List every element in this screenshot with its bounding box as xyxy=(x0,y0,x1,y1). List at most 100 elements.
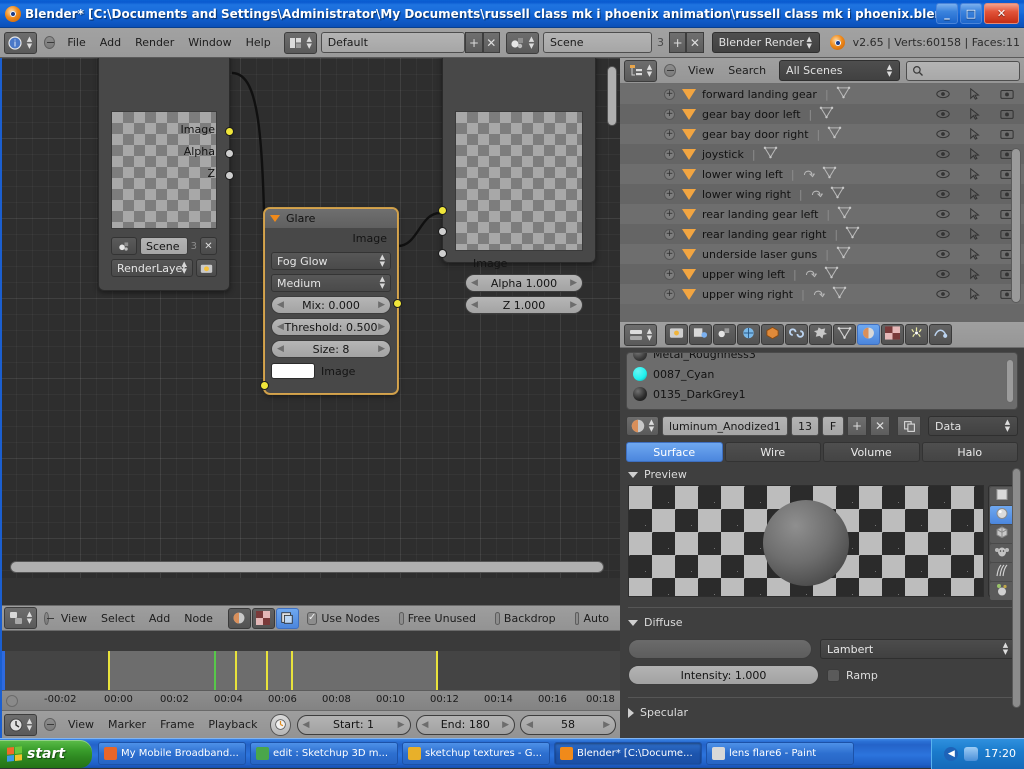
glare-size-slider[interactable]: ◀ Size: 8 ▶ xyxy=(271,340,391,358)
preview-type-flat-preview-icon[interactable] xyxy=(990,487,1014,505)
add-screen-layout-button[interactable]: + xyxy=(465,32,482,53)
screen-layout-name-field[interactable]: Default xyxy=(321,32,466,53)
expand-toggle-icon[interactable]: + xyxy=(664,109,675,120)
visibility-eye-icon[interactable] xyxy=(936,208,950,220)
properties-tab-data-icon[interactable] xyxy=(833,324,856,345)
diffuse-intensity-slider[interactable]: Intensity: 1.000 xyxy=(628,665,819,685)
menu-add[interactable]: Add xyxy=(93,34,128,51)
material-slot-list[interactable]: Metal_Roughness30087_Cyan0135_DarkGrey1 xyxy=(626,352,1018,410)
menu-window[interactable]: Window xyxy=(181,34,238,51)
material-tab-volume[interactable]: Volume xyxy=(823,442,920,462)
node-scene-browse-icon[interactable] xyxy=(111,237,137,255)
expand-toggle-icon[interactable]: + xyxy=(664,129,675,140)
node-menu-node[interactable]: Node xyxy=(177,610,220,627)
diffuse-color-swatch[interactable] xyxy=(628,639,812,659)
glare-mix-slider[interactable]: ◀ Mix: 0.000 ▶ xyxy=(271,296,391,314)
expand-toggle-icon[interactable]: + xyxy=(664,269,675,280)
outliner-row[interactable]: +lower wing right| xyxy=(620,184,1024,204)
material-browse-button[interactable]: ▲▼ xyxy=(626,416,659,436)
expand-toggle-icon[interactable]: + xyxy=(664,229,675,240)
timeline-menu-collapse-toggle[interactable] xyxy=(44,718,56,731)
glare-threshold-slider[interactable]: ◀ Threshold: 0.500 ▶ xyxy=(271,318,391,336)
editor-type-selector-info[interactable]: i ▲▼ xyxy=(4,32,37,54)
selectability-cursor-icon[interactable] xyxy=(968,268,982,280)
expand-toggle-icon[interactable]: + xyxy=(664,289,675,300)
mesh-data-icon[interactable] xyxy=(845,226,860,239)
visibility-eye-icon[interactable] xyxy=(936,268,950,280)
specular-panel-title[interactable]: Specular xyxy=(620,700,1024,723)
object-mesh-icon[interactable] xyxy=(682,89,696,100)
compositing-nodes-button[interactable] xyxy=(276,608,299,629)
material-user-count[interactable]: 13 xyxy=(791,416,819,436)
outliner-vertical-scrollbar[interactable] xyxy=(1011,148,1021,303)
socket-glare-image-in[interactable] xyxy=(260,381,269,390)
outliner-row[interactable]: +upper wing right| xyxy=(620,284,1024,304)
node-editor-horizontal-scrollbar[interactable] xyxy=(10,561,604,573)
material-add-button[interactable]: + xyxy=(847,416,867,436)
network-tray-icon[interactable] xyxy=(964,747,978,761)
socket-alpha-in[interactable] xyxy=(438,227,447,236)
outliner-row-toggles[interactable] xyxy=(936,148,1014,160)
outliner-row[interactable]: +gear bay door left| xyxy=(620,104,1024,124)
node-menu-view[interactable]: View xyxy=(54,610,94,627)
outliner-tree[interactable]: +forward landing gear|+gear bay door lef… xyxy=(620,84,1024,322)
mesh-data-icon[interactable] xyxy=(763,146,778,159)
ramp-checkbox[interactable] xyxy=(827,669,840,682)
selectability-cursor-icon[interactable] xyxy=(968,188,982,200)
node-renderlayer-dropdown[interactable]: RenderLayer ▲▼ xyxy=(111,259,193,277)
outliner-row[interactable]: +rear landing gear left| xyxy=(620,204,1024,224)
socket-glare-image-out[interactable] xyxy=(393,299,402,308)
visibility-eye-icon[interactable] xyxy=(936,288,950,300)
outliner-row[interactable]: +lower wing left| xyxy=(620,164,1024,184)
outliner-menu-view[interactable]: View xyxy=(681,62,721,79)
taskbar-button[interactable]: edit : Sketchup 3D m... xyxy=(250,742,398,765)
outliner-row[interactable]: +joystick| xyxy=(620,144,1024,164)
socket-z-out[interactable] xyxy=(225,171,234,180)
mesh-data-icon[interactable] xyxy=(832,286,847,299)
object-mesh-icon[interactable] xyxy=(682,289,696,300)
selectability-cursor-icon[interactable] xyxy=(968,248,982,260)
properties-tab-physics-icon[interactable] xyxy=(929,324,952,345)
screen-layout-browse-button[interactable]: ▲▼ xyxy=(284,32,317,54)
material-name-field[interactable]: luminum_Anodized1 xyxy=(662,416,788,436)
selectability-cursor-icon[interactable] xyxy=(968,208,982,220)
node-render-layers[interactable]: Scene 3 ✕ RenderLayer ▲▼ xyxy=(98,58,230,291)
outliner-row[interactable]: +upper wing left| xyxy=(620,264,1024,284)
menu-collapse-toggle[interactable] xyxy=(44,36,55,49)
material-type-tabs[interactable]: SurfaceWireVolumeHalo xyxy=(626,442,1018,462)
outliner-row[interactable]: +gear bay door right| xyxy=(620,124,1024,144)
preview-type-monkey-preview-icon[interactable] xyxy=(990,544,1014,562)
outliner-row-toggles[interactable] xyxy=(936,208,1014,220)
outliner-row[interactable]: +forward landing gear| xyxy=(620,84,1024,104)
backdrop-checkbox[interactable] xyxy=(495,612,500,625)
visibility-eye-icon[interactable] xyxy=(936,228,950,240)
node-menu-collapse-toggle[interactable] xyxy=(44,612,49,625)
properties-tab-scene-icon[interactable] xyxy=(713,324,736,345)
properties-tab-constraints-icon[interactable] xyxy=(785,324,808,345)
taskbar-button[interactable]: My Mobile Broadband... xyxy=(98,742,246,765)
outliner-editor[interactable]: ▲▼ View Search All Scenes ▲▼ +forward la… xyxy=(620,58,1024,322)
tray-expand-icon[interactable]: ◀ xyxy=(944,747,958,761)
mesh-data-icon[interactable] xyxy=(837,206,852,219)
outliner-row[interactable]: +underside laser guns| xyxy=(620,244,1024,264)
selectability-cursor-icon[interactable] xyxy=(968,168,982,180)
expand-toggle-icon[interactable]: + xyxy=(664,149,675,160)
node-editor-canvas[interactable]: Scene 3 ✕ RenderLayer ▲▼ xyxy=(0,58,620,578)
modifier-icon[interactable] xyxy=(810,186,823,199)
modifier-icon[interactable] xyxy=(804,266,817,279)
object-mesh-icon[interactable] xyxy=(682,189,696,200)
composite-alpha-slider[interactable]: ◀ Alpha 1.000 ▶ xyxy=(465,274,583,292)
glare-input-color-swatch[interactable] xyxy=(271,363,315,379)
object-mesh-icon[interactable] xyxy=(682,129,696,140)
visibility-eye-icon[interactable] xyxy=(936,168,950,180)
visibility-eye-icon[interactable] xyxy=(936,188,950,200)
properties-tab-world-icon[interactable] xyxy=(737,324,760,345)
render-engine-dropdown[interactable]: Blender Render ▲▼ xyxy=(712,32,820,53)
socket-alpha-out[interactable] xyxy=(225,149,234,158)
glare-type-dropdown[interactable]: Fog Glow ▲▼ xyxy=(271,252,391,270)
preview-panel-title[interactable]: Preview xyxy=(620,462,1024,485)
selectability-cursor-icon[interactable] xyxy=(968,148,982,160)
renderability-camera-icon[interactable] xyxy=(1000,128,1014,140)
expand-toggle-icon[interactable]: + xyxy=(664,189,675,200)
editor-type-selector-outliner[interactable]: ▲▼ xyxy=(624,60,657,82)
